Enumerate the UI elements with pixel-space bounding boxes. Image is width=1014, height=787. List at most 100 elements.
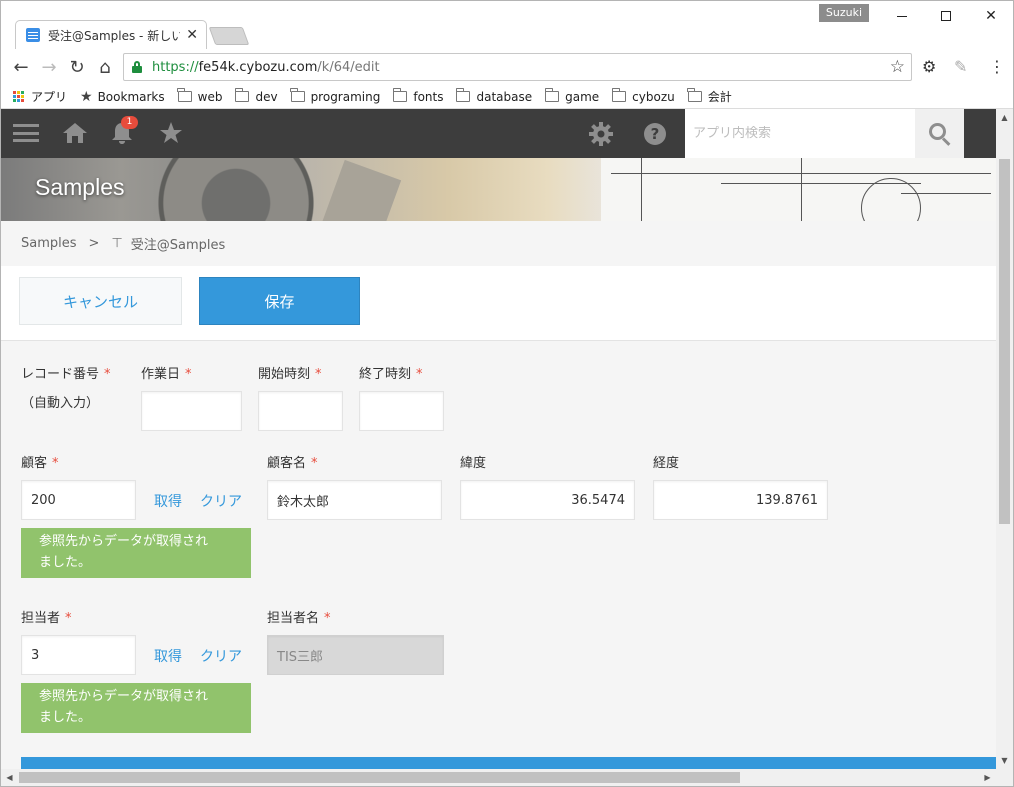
folder-icon bbox=[611, 88, 627, 102]
url-host: fe54k.cybozu.com bbox=[198, 59, 318, 75]
bookmark-star-icon[interactable]: ☆ bbox=[890, 57, 905, 77]
bookmark-label: web bbox=[197, 89, 223, 104]
breadcrumb: Samples > ⊤ 受注@Samples bbox=[21, 234, 225, 253]
vertical-scrollbar[interactable]: ▲ ▼ bbox=[996, 109, 1013, 769]
minimize-button[interactable] bbox=[887, 5, 917, 27]
end-time-input[interactable] bbox=[359, 391, 444, 431]
kintone-app: 1 ? アプリ内検索 Samples Samples > ⊤ 受注@Sample… bbox=[1, 109, 996, 769]
bookmark-folder-fonts[interactable]: fonts bbox=[392, 88, 443, 104]
staff-lookup-input[interactable]: 3 bbox=[21, 635, 136, 675]
bookmark-label: database bbox=[476, 89, 533, 104]
bookmark-folder-programing[interactable]: programing bbox=[290, 88, 381, 104]
bookmark-label: 会計 bbox=[707, 90, 732, 104]
bookmark-folder-dev[interactable]: dev bbox=[234, 88, 278, 104]
bookmark-folder-accounting[interactable]: 会計 bbox=[687, 88, 732, 105]
bookmark-folder-cybozu[interactable]: cybozu bbox=[611, 88, 675, 104]
field-label-customer: 顧客 * bbox=[21, 456, 59, 471]
bookmarks-bar: アプリ ★ Bookmarks web dev programing fonts… bbox=[1, 85, 1013, 109]
work-date-input[interactable] bbox=[141, 391, 242, 431]
customer-lookup-input[interactable]: 200 bbox=[21, 480, 136, 520]
pin-icon: ⊤ bbox=[111, 236, 123, 251]
save-button[interactable]: 保存 bbox=[199, 277, 360, 325]
staff-clear-link[interactable]: クリア bbox=[200, 646, 242, 666]
help-icon[interactable]: ? bbox=[642, 121, 668, 151]
url-scheme: https:// bbox=[152, 59, 199, 75]
customer-fetch-link[interactable]: 取得 bbox=[154, 491, 182, 511]
breadcrumb-app[interactable]: 受注@Samples bbox=[131, 234, 226, 253]
title-bar: 受注@Samples - 新しいレ ✕ Suzuki ✕ bbox=[1, 1, 1013, 49]
apps-icon bbox=[13, 90, 25, 103]
customer-name-input[interactable]: 鈴木太郎 bbox=[267, 480, 442, 520]
field-label-customer-name: 顧客名 * bbox=[267, 456, 318, 471]
maximize-button[interactable] bbox=[931, 5, 961, 27]
scroll-down-arrow-icon[interactable]: ▼ bbox=[996, 752, 1013, 769]
field-label-staff-name: 担当者名 * bbox=[267, 611, 331, 626]
staff-name-input: TIS三郎 bbox=[267, 635, 444, 675]
cancel-button[interactable]: キャンセル bbox=[19, 277, 182, 325]
bookmark-label: programing bbox=[310, 89, 381, 104]
home-icon[interactable] bbox=[62, 121, 88, 149]
folder-icon bbox=[544, 88, 560, 102]
scroll-right-arrow-icon[interactable]: ▶ bbox=[979, 769, 996, 786]
hamburger-menu-icon[interactable] bbox=[13, 121, 39, 145]
favorites-star-icon[interactable] bbox=[159, 121, 183, 149]
svg-text:?: ? bbox=[651, 125, 660, 143]
app-search-input[interactable] bbox=[693, 126, 903, 141]
close-window-button[interactable]: ✕ bbox=[976, 5, 1006, 27]
bookmark-apps[interactable]: アプリ bbox=[13, 88, 67, 105]
latitude-input[interactable]: 36.5474 bbox=[460, 480, 635, 520]
breadcrumb-separator: > bbox=[88, 236, 100, 251]
close-icon[interactable]: ✕ bbox=[186, 27, 198, 43]
field-label-record-number: レコード番号 * bbox=[21, 367, 111, 382]
home-icon[interactable]: ⌂ bbox=[93, 55, 117, 79]
gear-image bbox=[151, 158, 321, 221]
lock-icon bbox=[132, 61, 142, 73]
extension-gear-icon[interactable]: ⚙ bbox=[922, 57, 936, 76]
profile-badge[interactable]: Suzuki bbox=[819, 4, 869, 22]
back-arrow-icon[interactable]: ← bbox=[9, 55, 33, 79]
longitude-input[interactable]: 139.8761 bbox=[653, 480, 828, 520]
kintone-header: 1 ? bbox=[1, 109, 996, 158]
search-icon bbox=[928, 122, 951, 146]
field-label-start-time: 開始時刻 * bbox=[258, 367, 322, 382]
staff-fetch-link[interactable]: 取得 bbox=[154, 646, 182, 666]
customer-clear-link[interactable]: クリア bbox=[200, 491, 242, 511]
list-icon bbox=[26, 28, 40, 42]
bookmark-label: dev bbox=[255, 89, 278, 104]
scroll-up-arrow-icon[interactable]: ▲ bbox=[996, 109, 1013, 126]
scroll-left-arrow-icon[interactable]: ◀ bbox=[1, 769, 18, 786]
bookmark-folder-web[interactable]: web bbox=[177, 88, 223, 104]
menu-dots-icon[interactable]: ⋮ bbox=[989, 57, 1005, 76]
scrollbar-corner bbox=[996, 769, 1013, 786]
folder-icon bbox=[290, 88, 305, 102]
bookmark-folder-database[interactable]: database bbox=[455, 88, 533, 104]
address-bar[interactable]: https://fe54k.cybozu.com/k/64/edit ☆ bbox=[123, 53, 912, 81]
field-label-latitude: 緯度 bbox=[460, 456, 487, 471]
field-label-end-time: 終了時刻 * bbox=[359, 367, 423, 382]
section-header-bar bbox=[21, 757, 996, 769]
reload-icon[interactable]: ↻ bbox=[65, 55, 89, 79]
bookmark-label: Bookmarks bbox=[97, 89, 165, 104]
bookmark-folder-game[interactable]: game bbox=[544, 88, 599, 104]
horizontal-scroll-thumb[interactable] bbox=[19, 772, 740, 783]
notification-badge: 1 bbox=[121, 116, 138, 129]
field-label-work-date: 作業日 * bbox=[141, 367, 192, 382]
folder-icon bbox=[177, 88, 192, 102]
browser-tab[interactable]: 受注@Samples - 新しいレ ✕ bbox=[15, 20, 207, 49]
folder-icon bbox=[687, 88, 702, 102]
extension-icon[interactable]: ✎ bbox=[954, 57, 967, 76]
url-path: /k/64/edit bbox=[317, 59, 380, 75]
start-time-input[interactable] bbox=[258, 391, 343, 431]
folder-icon bbox=[234, 88, 250, 102]
search-button[interactable] bbox=[915, 109, 964, 158]
record-form: レコード番号 * （自動入力） 作業日 * 開始時刻 * 終了時刻 * 顧客 * 200 … bbox=[1, 341, 996, 769]
breadcrumb-root[interactable]: Samples bbox=[21, 236, 77, 251]
new-tab-button[interactable] bbox=[208, 27, 250, 45]
forward-arrow-icon[interactable]: → bbox=[37, 55, 61, 79]
folder-icon bbox=[455, 88, 471, 102]
settings-gear-icon[interactable] bbox=[588, 121, 614, 151]
tab-title: 受注@Samples - 新しいレ bbox=[48, 28, 180, 43]
bookmark-bookmarks[interactable]: ★ Bookmarks bbox=[80, 89, 165, 105]
vertical-scroll-thumb[interactable] bbox=[999, 159, 1010, 524]
horizontal-scrollbar[interactable]: ◀ ▶ bbox=[1, 769, 996, 786]
